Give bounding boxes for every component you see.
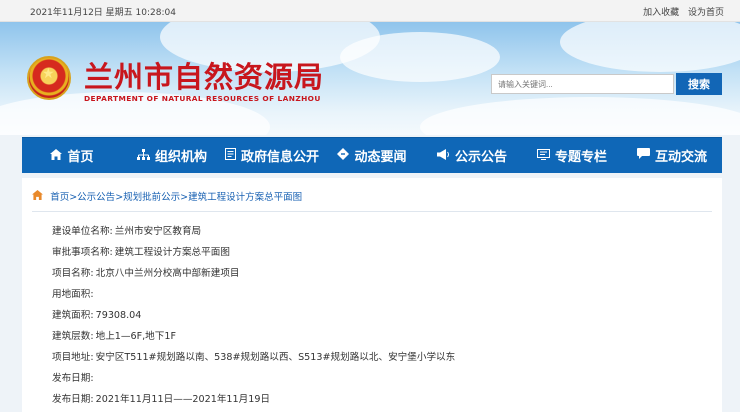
detail-row-land-area: 用地面积:: [52, 284, 455, 305]
breadcrumb-separator: >: [115, 192, 124, 203]
nav-item-news[interactable]: 动态要闻: [322, 138, 422, 173]
site-title[interactable]: 兰州市自然资源局: [84, 54, 324, 96]
detail-value: 兰州市安宁区教育局: [114, 226, 202, 237]
breadcrumb-link-pre-approval[interactable]: 规划批前公示: [123, 192, 180, 203]
add-favorites-link[interactable]: 加入收藏: [643, 8, 679, 18]
national-emblem-icon: [27, 56, 71, 100]
set-homepage-link[interactable]: 设为首页: [688, 8, 724, 18]
breadcrumb-separator: >: [180, 192, 189, 203]
home-icon: [32, 190, 46, 203]
detail-label: 用地面积:: [52, 289, 94, 300]
detail-value: 2021年11月11日——2021年11月19日: [95, 394, 271, 405]
top-links: 加入收藏 设为首页: [637, 5, 724, 18]
detail-label: 发布日期:: [52, 373, 94, 384]
top-bar: 2021年11月12日 星期五 10:28:04 加入收藏 设为首页: [0, 0, 740, 22]
home-icon: [50, 148, 63, 163]
detail-label: 项目名称:: [52, 268, 94, 279]
site-subtitle: DEPARTMENT OF NATURAL RESOURCES OF LANZH…: [84, 94, 321, 103]
detail-row-publish-date: 发布日期:: [52, 368, 455, 389]
news-icon: [337, 148, 350, 163]
detail-value: 建筑工程设计方案总平面图: [114, 247, 230, 258]
detail-row-approval-item: 审批事项名称: 建筑工程设计方案总平面图: [52, 242, 455, 263]
detail-row-publicity-period: 发布日期: 2021年11月11日——2021年11月19日: [52, 389, 455, 410]
detail-label: 项目地址:: [52, 352, 94, 363]
detail-label: 建筑层数:: [52, 331, 94, 342]
detail-label: 建筑面积:: [52, 310, 94, 321]
nav-item-special-column[interactable]: 专题专栏: [522, 138, 622, 173]
content-card: 首页>公示公告>规划批前公示>建筑工程设计方案总平面图 建设单位名称: 兰州市安宁…: [22, 178, 722, 412]
document-icon: [224, 148, 236, 163]
breadcrumb-separator: >: [69, 192, 78, 203]
column-icon: [536, 148, 550, 163]
detail-label: 建设单位名称:: [52, 226, 113, 237]
cloud-decoration: [560, 22, 740, 72]
detail-row-floors: 建筑层数: 地上1—6F,地下1F: [52, 326, 455, 347]
nav-label: 政府信息公开: [240, 150, 319, 165]
detail-row-project-name: 项目名称: 北京八中兰州分校高中部新建项目: [52, 263, 455, 284]
chat-icon: [636, 148, 650, 163]
nav-label: 互动交流: [654, 150, 707, 165]
search-button[interactable]: 搜索: [676, 73, 722, 95]
detail-value: 安宁区T511#规划路以南、538#规划路以西、S513#规划路以北、安宁堡小学…: [95, 352, 456, 363]
org-icon: [136, 148, 150, 163]
nav-label: 公示公告: [454, 150, 507, 165]
nav-item-gov-info[interactable]: 政府信息公开: [222, 138, 322, 173]
nav-item-organization[interactable]: 组织机构: [122, 138, 222, 173]
detail-value: 北京八中兰州分校高中部新建项目: [95, 268, 240, 279]
breadcrumb-link-home[interactable]: 首页: [50, 192, 69, 203]
nav-label: 专题专栏: [554, 150, 607, 165]
cloud-decoration: [340, 32, 500, 82]
nav-label: 首页: [67, 150, 94, 165]
detail-label: 审批事项名称:: [52, 247, 113, 258]
nav-label: 组织机构: [154, 150, 207, 165]
detail-value: 79308.04: [95, 310, 142, 321]
project-details: 建设单位名称: 兰州市安宁区教育局 审批事项名称: 建筑工程设计方案总平面图 项目名…: [52, 221, 455, 410]
megaphone-icon: [436, 148, 450, 163]
search-input[interactable]: [491, 74, 674, 94]
breadcrumb-current[interactable]: 建筑工程设计方案总平面图: [188, 192, 302, 203]
main-nav: 首页 组织机构 政府信息公开 动态要闻 公示公告 专题专栏 互动交流: [22, 137, 722, 173]
detail-row-address: 项目地址: 安宁区T511#规划路以南、538#规划路以西、S513#规划路以北、…: [52, 347, 455, 368]
breadcrumb-link-announcements[interactable]: 公示公告: [77, 192, 115, 203]
nav-item-interaction[interactable]: 互动交流: [622, 138, 722, 173]
current-date: 2021年11月12日 星期五 10:28:04: [30, 8, 176, 18]
header-banner: 兰州市自然资源局 DEPARTMENT OF NATURAL RESOURCES…: [0, 22, 740, 135]
breadcrumb: 首页>公示公告>规划批前公示>建筑工程设计方案总平面图: [32, 189, 302, 203]
detail-row-construction-unit: 建设单位名称: 兰州市安宁区教育局: [52, 221, 455, 242]
nav-label: 动态要闻: [354, 150, 407, 165]
detail-row-building-area: 建筑面积: 79308.04: [52, 305, 455, 326]
nav-item-announcements[interactable]: 公示公告: [422, 138, 522, 173]
breadcrumb-divider: [32, 211, 712, 212]
detail-value: 地上1—6F,地下1F: [95, 331, 176, 342]
cloud-decoration: [420, 97, 740, 135]
nav-item-home[interactable]: 首页: [22, 138, 122, 173]
detail-label: 发布日期:: [52, 394, 94, 405]
